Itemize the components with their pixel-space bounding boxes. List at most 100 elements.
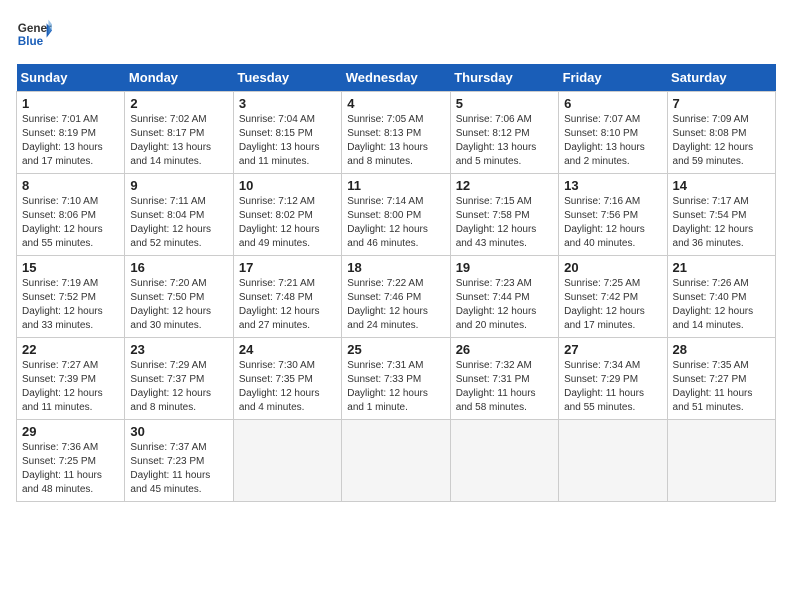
day-number: 23 xyxy=(130,342,227,357)
day-info: Sunrise: 7:07 AM Sunset: 8:10 PM Dayligh… xyxy=(564,113,661,169)
day-info: Sunrise: 7:22 AM Sunset: 7:46 PM Dayligh… xyxy=(347,277,444,333)
day-cell: 21Sunrise: 7:26 AM Sunset: 7:40 PM Dayli… xyxy=(667,256,775,338)
day-cell: 6 Sunrise: 7:07 AM Sunset: 8:10 PM Daylig… xyxy=(559,92,667,174)
day-cell: 26 Sunrise: 7:32 AM Sunset: 7:31 PM Dayli… xyxy=(450,338,558,420)
day-number: 27 xyxy=(564,342,661,357)
day-cell: 17 Sunrise: 7:21 AM Sunset: 7:48 PM Dayli… xyxy=(233,256,341,338)
day-number: 26 xyxy=(456,342,553,357)
day-info: Sunrise: 7:27 AM Sunset: 7:39 PM Dayligh… xyxy=(22,359,119,415)
day-info: Sunrise: 7:04 AM Sunset: 8:15 PM Dayligh… xyxy=(239,113,336,169)
day-info: Sunrise: 7:11 AM Sunset: 8:04 PM Dayligh… xyxy=(130,195,227,251)
day-cell: 1 Sunrise: 7:01 AM Sunset: 8:19 PM Daylig… xyxy=(17,92,125,174)
day-number: 20 xyxy=(564,260,661,275)
day-cell: 27 Sunrise: 7:34 AM Sunset: 7:29 PM Dayli… xyxy=(559,338,667,420)
day-cell: 24 Sunrise: 7:30 AM Sunset: 7:35 PM Dayli… xyxy=(233,338,341,420)
day-info: Sunrise: 7:36 AM Sunset: 7:25 PM Dayligh… xyxy=(22,441,119,497)
day-info: Sunrise: 7:32 AM Sunset: 7:31 PM Dayligh… xyxy=(456,359,553,415)
day-number: 5 xyxy=(456,96,553,111)
day-info: Sunrise: 7:34 AM Sunset: 7:29 PM Dayligh… xyxy=(564,359,661,415)
day-number: 9 xyxy=(130,178,227,193)
day-cell: 25Sunrise: 7:31 AM Sunset: 7:33 PM Dayli… xyxy=(342,338,450,420)
day-number: 10 xyxy=(239,178,336,193)
day-cell: 30Sunrise: 7:37 AM Sunset: 7:23 PM Dayli… xyxy=(125,420,233,502)
calendar-table: SundayMondayTuesdayWednesdayThursdayFrid… xyxy=(16,64,776,502)
day-cell: 10 Sunrise: 7:12 AM Sunset: 8:02 PM Dayli… xyxy=(233,174,341,256)
logo-icon: General Blue xyxy=(16,16,52,52)
day-number: 18 xyxy=(347,260,444,275)
day-info: Sunrise: 7:21 AM Sunset: 7:48 PM Dayligh… xyxy=(239,277,336,333)
day-number: 29 xyxy=(22,424,119,439)
day-info: Sunrise: 7:26 AM Sunset: 7:40 PM Dayligh… xyxy=(673,277,770,333)
week-row-3: 15 Sunrise: 7:19 AM Sunset: 7:52 PM Dayli… xyxy=(17,256,776,338)
weekday-header-row: SundayMondayTuesdayWednesdayThursdayFrid… xyxy=(17,64,776,92)
day-info: Sunrise: 7:23 AM Sunset: 7:44 PM Dayligh… xyxy=(456,277,553,333)
day-info: Sunrise: 7:06 AM Sunset: 8:12 PM Dayligh… xyxy=(456,113,553,169)
day-info: Sunrise: 7:01 AM Sunset: 8:19 PM Dayligh… xyxy=(22,113,119,169)
week-row-4: 22 Sunrise: 7:27 AM Sunset: 7:39 PM Dayli… xyxy=(17,338,776,420)
weekday-thursday: Thursday xyxy=(450,64,558,92)
day-number: 15 xyxy=(22,260,119,275)
day-cell: 4 Sunrise: 7:05 AM Sunset: 8:13 PM Daylig… xyxy=(342,92,450,174)
day-number: 3 xyxy=(239,96,336,111)
day-cell xyxy=(342,420,450,502)
day-number: 14 xyxy=(673,178,770,193)
day-cell: 5 Sunrise: 7:06 AM Sunset: 8:12 PM Daylig… xyxy=(450,92,558,174)
day-number: 13 xyxy=(564,178,661,193)
day-info: Sunrise: 7:30 AM Sunset: 7:35 PM Dayligh… xyxy=(239,359,336,415)
day-cell: 18 Sunrise: 7:22 AM Sunset: 7:46 PM Dayli… xyxy=(342,256,450,338)
day-cell xyxy=(450,420,558,502)
day-number: 12 xyxy=(456,178,553,193)
day-info: Sunrise: 7:16 AM Sunset: 7:56 PM Dayligh… xyxy=(564,195,661,251)
day-number: 22 xyxy=(22,342,119,357)
day-cell: 16 Sunrise: 7:20 AM Sunset: 7:50 PM Dayli… xyxy=(125,256,233,338)
day-cell: 8 Sunrise: 7:10 AM Sunset: 8:06 PM Daylig… xyxy=(17,174,125,256)
day-info: Sunrise: 7:05 AM Sunset: 8:13 PM Dayligh… xyxy=(347,113,444,169)
day-info: Sunrise: 7:35 AM Sunset: 7:27 PM Dayligh… xyxy=(673,359,770,415)
day-number: 17 xyxy=(239,260,336,275)
day-cell: 11 Sunrise: 7:14 AM Sunset: 8:00 PM Dayli… xyxy=(342,174,450,256)
day-number: 7 xyxy=(673,96,770,111)
week-row-1: 1 Sunrise: 7:01 AM Sunset: 8:19 PM Daylig… xyxy=(17,92,776,174)
day-cell: 20Sunrise: 7:25 AM Sunset: 7:42 PM Dayli… xyxy=(559,256,667,338)
day-info: Sunrise: 7:12 AM Sunset: 8:02 PM Dayligh… xyxy=(239,195,336,251)
week-row-5: 29 Sunrise: 7:36 AM Sunset: 7:25 PM Dayli… xyxy=(17,420,776,502)
day-cell: 9 Sunrise: 7:11 AM Sunset: 8:04 PM Daylig… xyxy=(125,174,233,256)
day-cell: 3 Sunrise: 7:04 AM Sunset: 8:15 PM Daylig… xyxy=(233,92,341,174)
weekday-friday: Friday xyxy=(559,64,667,92)
day-cell xyxy=(559,420,667,502)
day-cell: 22 Sunrise: 7:27 AM Sunset: 7:39 PM Dayli… xyxy=(17,338,125,420)
day-cell: 23Sunrise: 7:29 AM Sunset: 7:37 PM Dayli… xyxy=(125,338,233,420)
day-cell: 29 Sunrise: 7:36 AM Sunset: 7:25 PM Dayli… xyxy=(17,420,125,502)
day-number: 6 xyxy=(564,96,661,111)
day-info: Sunrise: 7:19 AM Sunset: 7:52 PM Dayligh… xyxy=(22,277,119,333)
day-number: 4 xyxy=(347,96,444,111)
day-cell: 2 Sunrise: 7:02 AM Sunset: 8:17 PM Daylig… xyxy=(125,92,233,174)
weekday-tuesday: Tuesday xyxy=(233,64,341,92)
day-number: 19 xyxy=(456,260,553,275)
day-info: Sunrise: 7:09 AM Sunset: 8:08 PM Dayligh… xyxy=(673,113,770,169)
weekday-monday: Monday xyxy=(125,64,233,92)
day-cell: 12 Sunrise: 7:15 AM Sunset: 7:58 PM Dayli… xyxy=(450,174,558,256)
day-info: Sunrise: 7:15 AM Sunset: 7:58 PM Dayligh… xyxy=(456,195,553,251)
day-number: 1 xyxy=(22,96,119,111)
day-cell: 28 Sunrise: 7:35 AM Sunset: 7:27 PM Dayli… xyxy=(667,338,775,420)
calendar-body: 1 Sunrise: 7:01 AM Sunset: 8:19 PM Daylig… xyxy=(17,92,776,502)
day-number: 2 xyxy=(130,96,227,111)
day-info: Sunrise: 7:02 AM Sunset: 8:17 PM Dayligh… xyxy=(130,113,227,169)
day-cell xyxy=(667,420,775,502)
day-info: Sunrise: 7:10 AM Sunset: 8:06 PM Dayligh… xyxy=(22,195,119,251)
day-cell xyxy=(233,420,341,502)
day-cell: 19 Sunrise: 7:23 AM Sunset: 7:44 PM Dayli… xyxy=(450,256,558,338)
page-header: General Blue xyxy=(16,16,776,52)
day-number: 16 xyxy=(130,260,227,275)
day-number: 28 xyxy=(673,342,770,357)
day-number: 25 xyxy=(347,342,444,357)
day-number: 8 xyxy=(22,178,119,193)
day-cell: 15 Sunrise: 7:19 AM Sunset: 7:52 PM Dayli… xyxy=(17,256,125,338)
day-info: Sunrise: 7:14 AM Sunset: 8:00 PM Dayligh… xyxy=(347,195,444,251)
weekday-wednesday: Wednesday xyxy=(342,64,450,92)
day-number: 24 xyxy=(239,342,336,357)
day-cell: 7 Sunrise: 7:09 AM Sunset: 8:08 PM Daylig… xyxy=(667,92,775,174)
day-number: 11 xyxy=(347,178,444,193)
day-info: Sunrise: 7:20 AM Sunset: 7:50 PM Dayligh… xyxy=(130,277,227,333)
